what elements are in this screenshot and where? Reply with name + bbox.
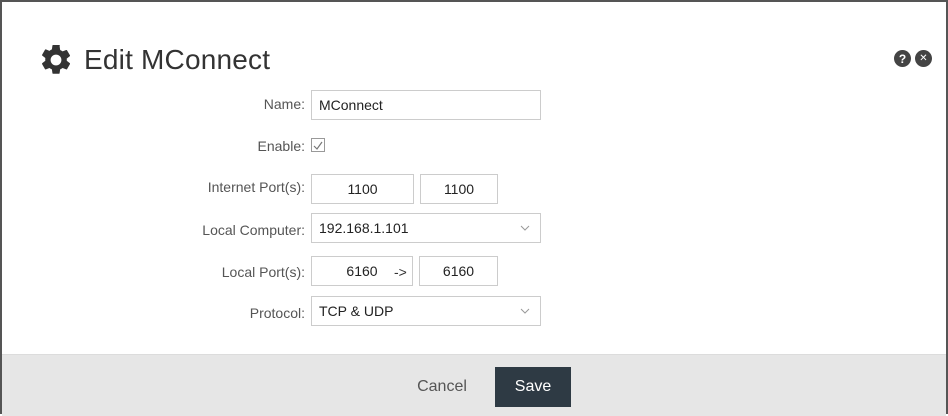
- checkmark-icon: [313, 141, 323, 150]
- internet-ports-label: Internet Port(s):: [207, 179, 305, 195]
- chevron-down-icon: [520, 225, 530, 231]
- protocol-select[interactable]: TCP & UDP: [311, 296, 541, 326]
- local-port-end-input[interactable]: 6160: [419, 256, 498, 286]
- enable-label: Enable:: [257, 138, 305, 154]
- local-computer-value: 192.168.1.101: [319, 220, 409, 236]
- local-ports-label: Local Port(s):: [221, 264, 305, 280]
- dialog-header: Edit MConnect: [38, 40, 270, 80]
- protocol-value: TCP & UDP: [319, 303, 394, 319]
- save-button[interactable]: Save: [495, 367, 571, 407]
- local-computer-label: Local Computer:: [202, 222, 305, 238]
- edit-mconnect-dialog: Edit MConnect ? ✕ Name: MConnect Enable:…: [0, 0, 948, 416]
- chevron-down-icon: [520, 308, 530, 314]
- help-icon[interactable]: ?: [894, 50, 911, 67]
- close-icon[interactable]: ✕: [915, 50, 932, 67]
- dialog-title: Edit MConnect: [84, 44, 271, 75]
- name-input[interactable]: MConnect: [311, 90, 541, 120]
- cancel-button[interactable]: Cancel: [397, 367, 487, 407]
- local-computer-select[interactable]: 192.168.1.101: [311, 213, 541, 243]
- gear-icon: [38, 41, 76, 79]
- protocol-label: Protocol:: [249, 305, 305, 321]
- dialog-footer: Cancel Save: [2, 354, 946, 416]
- internet-port-end-input[interactable]: 1100: [420, 174, 498, 204]
- local-port-arrow: ->: [394, 264, 407, 280]
- enable-checkbox[interactable]: [311, 138, 325, 152]
- internet-port-start-input[interactable]: 1100: [311, 174, 414, 204]
- name-label: Name:: [263, 96, 305, 112]
- header-actions: ? ✕: [894, 50, 932, 67]
